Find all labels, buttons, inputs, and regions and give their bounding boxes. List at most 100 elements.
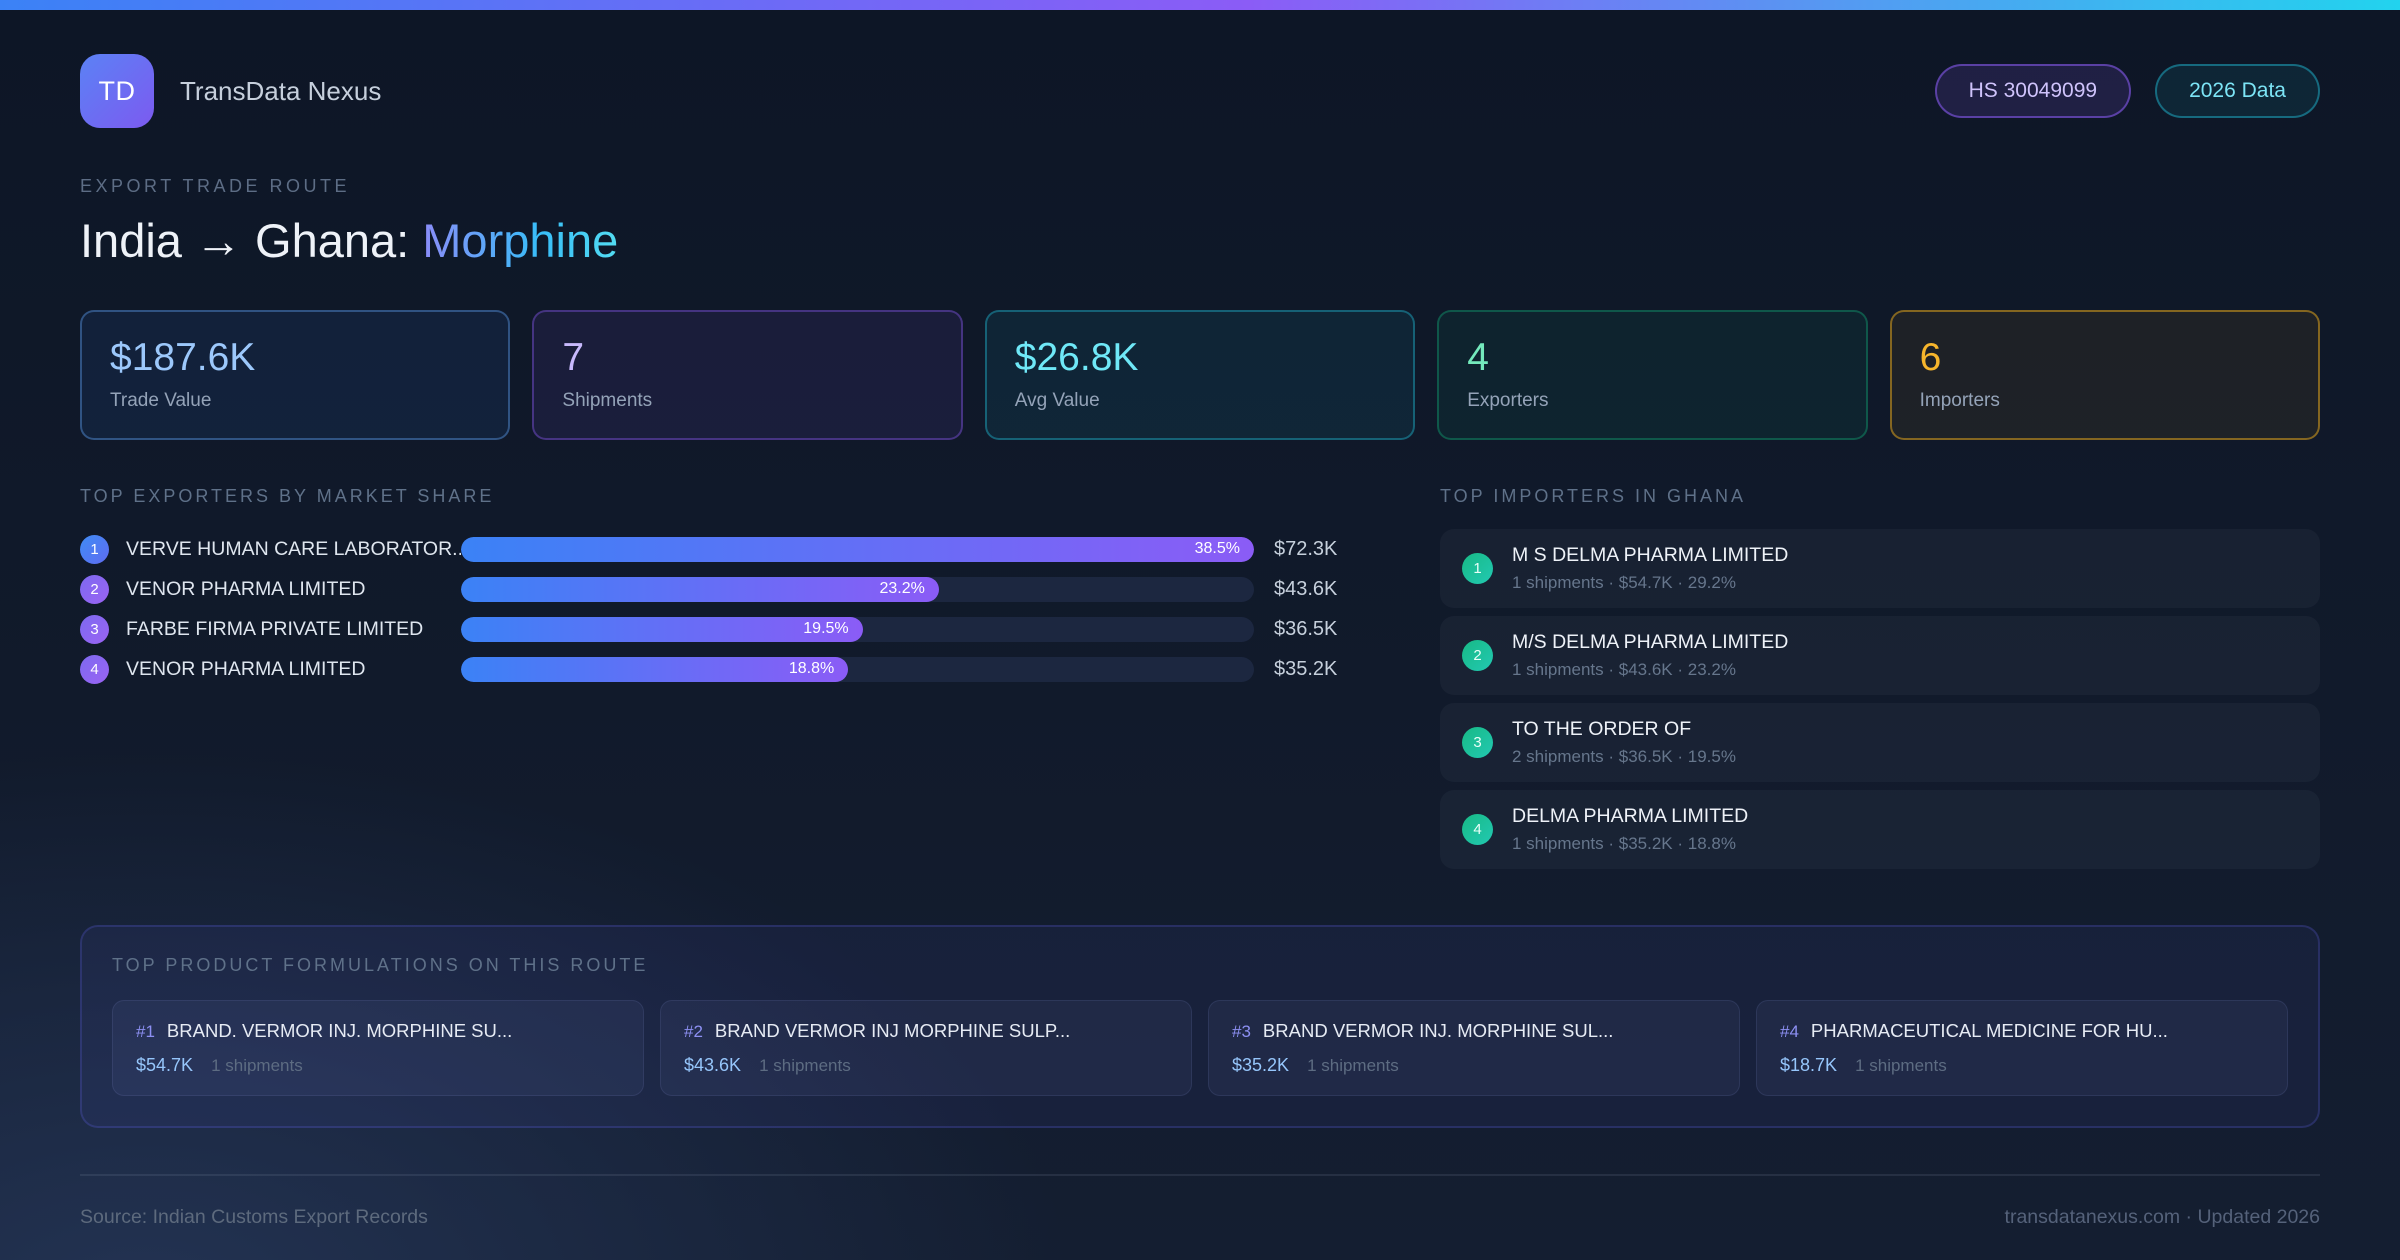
formulations-list: #1 BRAND. VERMOR INJ. MORPHINE SU... $54… xyxy=(112,1000,2288,1096)
share-percent-label: 18.8% xyxy=(788,660,835,677)
rank-badge: 2 xyxy=(1462,640,1493,671)
formulation-value: $35.2K xyxy=(1232,1055,1290,1075)
importer-card[interactable]: 2 M/S DELMA PHARMA LIMITED 1 shipments ·… xyxy=(1440,616,2320,695)
formulation-name: PHARMACEUTICAL MEDICINE FOR HU... xyxy=(1810,1020,2168,1041)
importer-details: 2 shipments · $36.5K · 19.5% xyxy=(1512,747,1736,766)
exporter-value: $72.3K xyxy=(1274,537,1338,560)
formulation-shipments: 1 shipments xyxy=(211,1056,303,1075)
formulation-card[interactable]: #1 BRAND. VERMOR INJ. MORPHINE SU... $54… xyxy=(112,1000,644,1096)
stat-label: Shipments xyxy=(562,390,653,411)
top-gradient-bar xyxy=(0,0,2400,10)
exporter-value: $36.5K xyxy=(1274,617,1338,640)
formulation-rank: #3 xyxy=(1232,1022,1251,1041)
page-title: India → Ghana: Morphine xyxy=(80,213,2320,268)
exporter-row[interactable]: 4 VENOR PHARMA LIMITED 18.8% $35.2K xyxy=(80,649,1362,689)
product-title: Morphine xyxy=(422,214,619,267)
market-share-bar: 19.5% xyxy=(461,616,863,642)
hs-code-badge: HS 30049099 xyxy=(1934,64,2132,118)
importer-details: 1 shipments · $43.6K · 23.2% xyxy=(1512,660,1736,679)
formulations-title: TOP PRODUCT FORMULATIONS ON THIS ROUTE xyxy=(112,955,649,975)
importer-details: 1 shipments · $35.2K · 18.8% xyxy=(1512,834,1736,853)
exporters-section: TOP EXPORTERS BY MARKET SHARE 1 VERVE HU… xyxy=(80,486,1362,689)
header: TD TransData Nexus HS 30049099 2026 Data xyxy=(80,54,2320,128)
exporter-name: VERVE HUMAN CARE LABORATOR... xyxy=(126,537,461,560)
market-share-bar-track: 18.8% xyxy=(461,656,1254,682)
share-percent-label: 19.5% xyxy=(803,620,849,637)
brand-name: TransData Nexus xyxy=(180,75,382,106)
share-percent-label: 23.2% xyxy=(879,580,925,597)
market-share-bar: 23.2% xyxy=(461,576,939,602)
market-share-bar: 38.5% xyxy=(461,536,1254,562)
stat-cards: $187.6K Trade Value 7 Shipments $26.8K A… xyxy=(80,310,2320,440)
formulation-name: BRAND. VERMOR INJ. MORPHINE SU... xyxy=(166,1020,513,1041)
formulation-value: $54.7K xyxy=(136,1055,194,1075)
exporter-name: FARBE FIRMA PRIVATE LIMITED xyxy=(126,617,424,640)
data-year-badge: 2026 Data xyxy=(2155,64,2320,118)
importer-text: M S DELMA PHARMA LIMITED 1 shipments · $… xyxy=(1512,544,1788,593)
exporter-row[interactable]: 2 VENOR PHARMA LIMITED 23.2% $43.6K xyxy=(80,569,1362,609)
stat-card-importers: 6 Importers xyxy=(1889,310,2320,440)
page-container: TD TransData Nexus HS 30049099 2026 Data… xyxy=(0,54,2400,1229)
rank-badge: 4 xyxy=(1462,814,1493,845)
exporter-row[interactable]: 3 FARBE FIRMA PRIVATE LIMITED 19.5% $36.… xyxy=(80,609,1362,649)
exporter-name: VENOR PHARMA LIMITED xyxy=(126,577,366,600)
formulation-card[interactable]: #3 BRAND VERMOR INJ. MORPHINE SUL... $35… xyxy=(1208,1000,1740,1096)
formulation-card[interactable]: #4 PHARMACEUTICAL MEDICINE FOR HU... $18… xyxy=(1756,1000,2288,1096)
importers-section: TOP IMPORTERS IN GHANA 1 M S DELMA PHARM… xyxy=(1440,486,2320,877)
rank-badge: 3 xyxy=(80,614,109,644)
exporters-list: 1 VERVE HUMAN CARE LABORATOR... 38.5% $7… xyxy=(80,529,1362,689)
stat-value: 4 xyxy=(1467,336,1489,379)
importer-name: DELMA PHARMA LIMITED xyxy=(1512,805,1749,827)
formulation-card[interactable]: #2 BRAND VERMOR INJ MORPHINE SULP... $43… xyxy=(660,1000,1192,1096)
formulation-name: BRAND VERMOR INJ MORPHINE SULP... xyxy=(714,1020,1071,1041)
rank-badge: 4 xyxy=(80,654,109,684)
formulation-shipments: 1 shipments xyxy=(1855,1056,1947,1075)
market-share-bar: 18.8% xyxy=(461,656,849,682)
exporter-value: $35.2K xyxy=(1274,657,1338,680)
rank-badge: 1 xyxy=(80,534,109,564)
importer-name: TO THE ORDER OF xyxy=(1512,718,1692,740)
brand: TD TransData Nexus xyxy=(80,54,381,128)
stat-card-avg-value: $26.8K Avg Value xyxy=(984,310,1416,440)
importer-card[interactable]: 4 DELMA PHARMA LIMITED 1 shipments · $35… xyxy=(1440,790,2320,869)
market-share-bar-track: 19.5% xyxy=(461,616,1254,642)
importers-title: TOP IMPORTERS IN GHANA xyxy=(1440,486,1747,506)
header-badges: HS 30049099 2026 Data xyxy=(1934,64,2320,118)
stat-value: 6 xyxy=(1919,336,1942,379)
brand-logo: TD xyxy=(80,54,154,128)
site-note: transdatanexus.com · Updated 2026 xyxy=(2004,1206,2320,1228)
formulation-rank: #2 xyxy=(684,1022,703,1041)
route-title: India → Ghana: xyxy=(80,214,410,267)
stat-value: $26.8K xyxy=(1014,336,1139,379)
formulation-value: $43.6K xyxy=(684,1055,742,1075)
exporter-name: VENOR PHARMA LIMITED xyxy=(126,657,366,680)
rank-badge: 2 xyxy=(80,574,109,604)
stat-label: Importers xyxy=(1919,390,2000,411)
importer-text: M/S DELMA PHARMA LIMITED 1 shipments · $… xyxy=(1512,631,1788,680)
importer-name: M S DELMA PHARMA LIMITED xyxy=(1512,544,1789,566)
rank-badge: 1 xyxy=(1462,553,1493,584)
importer-text: TO THE ORDER OF 2 shipments · $36.5K · 1… xyxy=(1512,718,1736,767)
stat-card-shipments: 7 Shipments xyxy=(532,310,963,440)
formulations-section: TOP PRODUCT FORMULATIONS ON THIS ROUTE #… xyxy=(80,925,2320,1128)
stat-card-exporters: 4 Exporters xyxy=(1437,310,1868,440)
route-eyebrow: EXPORT TRADE ROUTE xyxy=(80,176,351,196)
stat-value: 7 xyxy=(562,336,585,379)
importer-name: M/S DELMA PHARMA LIMITED xyxy=(1512,631,1789,653)
stat-label: Avg Value xyxy=(1014,390,1100,411)
stat-label: Trade Value xyxy=(110,390,212,411)
stat-value: $187.6K xyxy=(110,336,256,379)
importer-details: 1 shipments · $54.7K · 29.2% xyxy=(1512,573,1736,592)
exporter-row[interactable]: 1 VERVE HUMAN CARE LABORATOR... 38.5% $7… xyxy=(80,529,1362,569)
exporter-value: $43.6K xyxy=(1274,577,1338,600)
importer-card[interactable]: 1 M S DELMA PHARMA LIMITED 1 shipments ·… xyxy=(1440,529,2320,608)
market-share-bar-track: 38.5% xyxy=(461,536,1254,562)
formulation-rank: #4 xyxy=(1780,1022,1799,1041)
main-columns: TOP EXPORTERS BY MARKET SHARE 1 VERVE HU… xyxy=(80,486,2320,877)
importer-card[interactable]: 3 TO THE ORDER OF 2 shipments · $36.5K ·… xyxy=(1440,703,2320,782)
exporters-title: TOP EXPORTERS BY MARKET SHARE xyxy=(80,486,495,506)
rank-badge: 3 xyxy=(1462,727,1493,758)
formulation-shipments: 1 shipments xyxy=(759,1056,851,1075)
formulation-rank: #1 xyxy=(136,1022,155,1041)
footer: Source: Indian Customs Export Records tr… xyxy=(80,1174,2320,1229)
